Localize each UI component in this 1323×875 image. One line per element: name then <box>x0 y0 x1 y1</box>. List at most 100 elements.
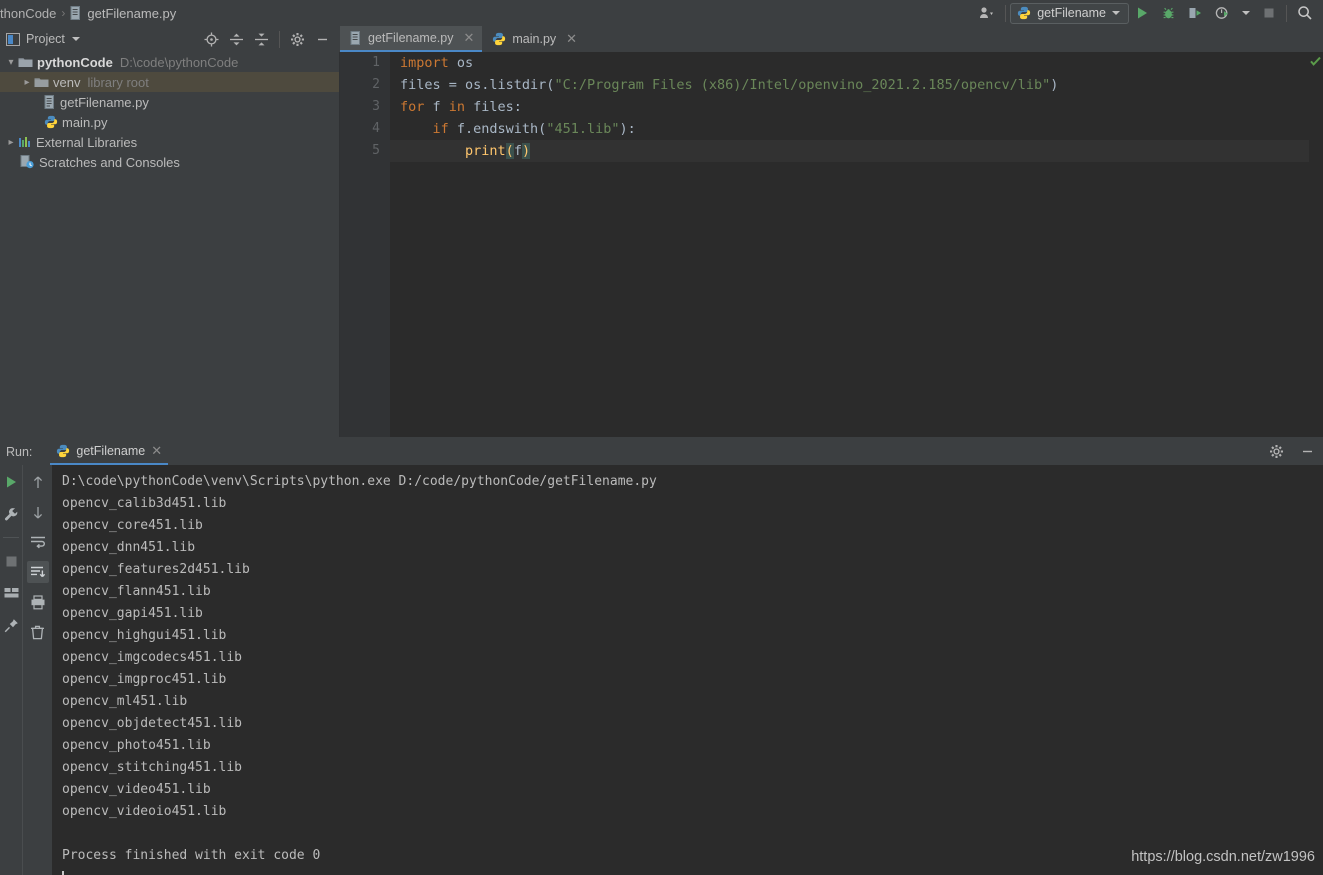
down-arrow-icon[interactable] <box>27 501 49 523</box>
titlebar: thonCode › getFilename.py getFilename <box>0 0 1323 26</box>
watermark: https://blog.csdn.net/zw1996 <box>1131 849 1315 865</box>
python-icon <box>1017 6 1031 20</box>
search-icon[interactable] <box>1291 0 1323 26</box>
chevron-right-icon[interactable]: ▸ <box>20 77 34 88</box>
gutter-line-number[interactable]: 2 <box>340 74 390 96</box>
code-token: print <box>465 143 506 159</box>
breadcrumb-project[interactable]: thonCode <box>0 6 56 21</box>
console-line: opencv_objdetect451.lib <box>62 716 243 731</box>
tree-node-suffix: D:\code\pythonCode <box>119 54 239 70</box>
gutter-line-number[interactable]: 4 <box>340 118 390 140</box>
console-line: opencv_video451.lib <box>62 782 211 797</box>
scroll-to-end-icon[interactable] <box>26 561 49 583</box>
gear-icon[interactable] <box>1269 444 1284 459</box>
chevron-down-icon[interactable]: ▾ <box>4 57 18 68</box>
chevron-right-icon[interactable]: ▸ <box>4 137 18 148</box>
code-line[interactable]: if f.endswith("451.lib"): <box>390 118 1309 140</box>
chevron-down-icon[interactable] <box>1112 11 1120 15</box>
soft-wrap-icon[interactable] <box>27 531 49 553</box>
run-panel-label: Run: <box>6 444 33 459</box>
rerun-play-icon[interactable] <box>0 471 22 493</box>
close-icon[interactable]: ✕ <box>566 31 577 47</box>
project-header-divider <box>279 30 280 48</box>
console-line: opencv_photo451.lib <box>62 738 211 753</box>
profile-dropdown-chevron-down-icon[interactable] <box>1236 0 1256 26</box>
expand-all-icon[interactable] <box>229 32 244 47</box>
gutter-line-number[interactable]: 5 <box>340 140 390 162</box>
python-file-icon <box>492 32 506 46</box>
code-token: f <box>432 99 449 115</box>
run-configuration-selector[interactable]: getFilename <box>1010 2 1129 24</box>
code-token: ): <box>619 121 636 137</box>
user-account-icon[interactable] <box>973 0 1001 26</box>
code-editor[interactable]: 12345 import os files = os.listdir("C:/Pr… <box>340 52 1323 437</box>
close-icon[interactable]: ✕ <box>151 443 162 459</box>
tree-node-pythonCode[interactable]: ▾ pythonCode D:\code\pythonCode <box>0 52 339 72</box>
tree-node-getFilename-py[interactable]: getFilename.py <box>0 92 339 112</box>
tree-node-label: Scratches and Consoles <box>39 154 180 170</box>
collapse-all-icon[interactable] <box>254 32 269 47</box>
run-console-output[interactable]: D:\code\pythonCode\venv\Scripts\python.e… <box>52 465 1323 875</box>
editor-tab-getFilename-py[interactable]: getFilename.py ✕ <box>340 26 483 52</box>
project-panel-title[interactable]: Project <box>26 32 65 46</box>
project-chevron-down-icon[interactable] <box>71 37 80 41</box>
console-line: opencv_core451.lib <box>62 518 203 533</box>
console-line: opencv_highgui451.lib <box>62 628 227 643</box>
console-line: opencv_stitching451.lib <box>62 760 243 775</box>
breadcrumb-file[interactable]: getFilename.py <box>87 6 176 21</box>
code-token: files: <box>473 99 522 115</box>
close-icon[interactable]: ✕ <box>463 30 474 46</box>
code-token: f.endswith( <box>456 121 547 137</box>
code-line[interactable]: for f in files: <box>390 96 1309 118</box>
tree-node-scratches-and-consoles[interactable]: Scratches and Consoles <box>0 152 339 172</box>
editor-tab-label: main.py <box>512 32 557 46</box>
inspection-ok-check-icon[interactable] <box>1310 56 1321 67</box>
run-panel-header: Run: getFilename ✕ <box>0 438 1323 465</box>
run-left-toolbar <box>0 465 22 875</box>
locate-file-icon[interactable] <box>204 32 219 47</box>
editor-code-area[interactable]: import os files = os.listdir("C:/Program … <box>390 52 1309 437</box>
editor-marker-rail[interactable] <box>1309 52 1323 437</box>
tree-node-main-py[interactable]: main.py <box>0 112 339 132</box>
stop-icon[interactable] <box>0 550 22 572</box>
print-icon[interactable] <box>27 591 49 613</box>
pin-icon[interactable] <box>0 614 22 636</box>
debug-bug-icon[interactable] <box>1155 0 1182 26</box>
run-panel: D:\code\pythonCode\venv\Scripts\python.e… <box>0 465 1323 875</box>
project-tree[interactable]: ▾ pythonCode D:\code\pythonCode ▸ venv l… <box>0 52 340 437</box>
stop-icon[interactable] <box>1256 0 1282 26</box>
code-line[interactable]: files = os.listdir("C:/Program Files (x8… <box>390 74 1309 96</box>
run-play-icon[interactable] <box>1129 0 1155 26</box>
console-line: opencv_gapi451.lib <box>62 606 203 621</box>
tree-node-venv[interactable]: ▸ venv library root <box>0 72 339 92</box>
gutter-line-number[interactable]: 3 <box>340 96 390 118</box>
python-file-icon <box>44 115 58 129</box>
up-arrow-icon[interactable] <box>27 471 49 493</box>
profile-icon[interactable] <box>1209 0 1236 26</box>
gutter-line-number[interactable]: 1 <box>340 52 390 74</box>
code-line[interactable]: import os <box>390 52 1309 74</box>
editor-gutter[interactable]: 12345 <box>340 52 390 437</box>
editor-tab-label: getFilename.py <box>368 31 454 45</box>
run-tab-getFilename[interactable]: getFilename ✕ <box>50 438 169 465</box>
run-header-actions <box>1261 444 1323 459</box>
code-token: in <box>448 99 474 115</box>
minimize-icon[interactable] <box>1300 444 1315 459</box>
run-with-coverage-icon[interactable] <box>1182 0 1209 26</box>
layout-icon[interactable] <box>0 582 22 604</box>
code-line[interactable]: print(f) <box>390 140 1309 162</box>
console-line: D:\code\pythonCode\venv\Scripts\python.e… <box>62 474 657 489</box>
trash-icon[interactable] <box>27 621 49 643</box>
console-line: opencv_imgcodecs451.lib <box>62 650 243 665</box>
scratches-icon <box>20 155 35 169</box>
console-line: opencv_flann451.lib <box>62 584 211 599</box>
wrench-settings-icon[interactable] <box>0 503 22 525</box>
toolbar-divider-2 <box>1286 4 1287 22</box>
minimize-icon[interactable] <box>315 32 330 47</box>
editor-tab-main-py[interactable]: main.py ✕ <box>482 26 585 52</box>
gear-icon[interactable] <box>290 32 305 47</box>
tree-node-external-libraries[interactable]: ▸ External Libraries <box>0 132 339 152</box>
